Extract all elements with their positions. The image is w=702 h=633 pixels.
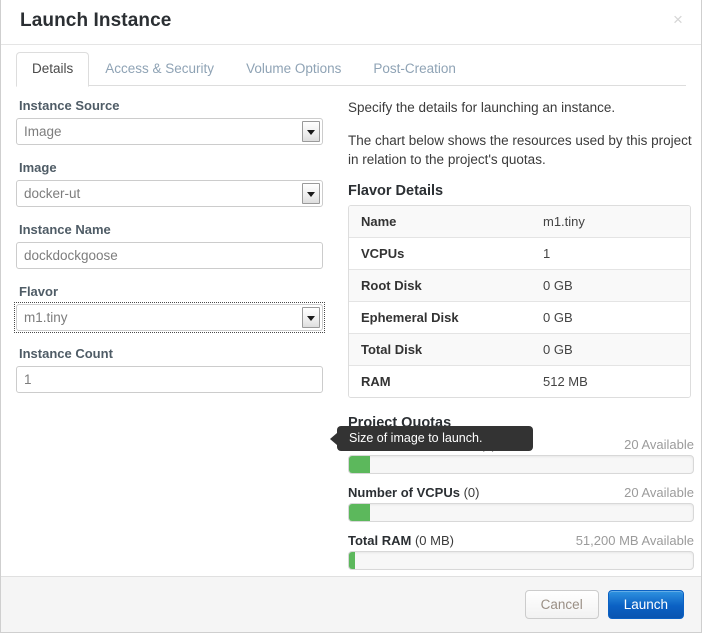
close-icon[interactable]: × bbox=[668, 10, 688, 30]
row-value: 0 GB bbox=[531, 334, 690, 366]
modal-body: Instance Source Image Image docker-ut In… bbox=[1, 86, 701, 576]
quota-progressbar bbox=[348, 455, 694, 474]
flavor-select-wrap: m1.tiny bbox=[14, 302, 325, 333]
quota-item-total-ram: Total RAM (0 MB) 51,200 MB Available bbox=[348, 533, 694, 570]
image-select[interactable]: docker-ut bbox=[16, 180, 323, 207]
field-flavor: Flavor m1.tiny bbox=[14, 284, 325, 333]
quota-label: Number of VCPUs (0) bbox=[348, 485, 479, 500]
quota-progress-fill bbox=[349, 456, 370, 473]
field-image: Image docker-ut bbox=[16, 160, 323, 207]
flavor-details-title: Flavor Details bbox=[348, 183, 444, 199]
quota-header: Number of VCPUs (0) 20 Available bbox=[348, 485, 694, 500]
instance-name-input[interactable] bbox=[16, 242, 323, 269]
quota-name-text: Number of VCPUs bbox=[348, 485, 460, 500]
quota-progress-fill bbox=[349, 552, 355, 569]
row-key: Total Disk bbox=[349, 334, 531, 366]
row-key: Name bbox=[349, 206, 531, 238]
table-row: Name m1.tiny bbox=[349, 206, 690, 238]
tooltip: Size of image to launch. bbox=[330, 426, 533, 451]
quota-progressbar bbox=[348, 503, 694, 522]
tab-post-creation[interactable]: Post-Creation bbox=[357, 52, 472, 86]
tab-details[interactable]: Details bbox=[16, 52, 90, 87]
page-title: Launch Instance bbox=[20, 10, 172, 31]
row-value: 1 bbox=[531, 238, 690, 270]
row-key: Ephemeral Disk bbox=[349, 302, 531, 334]
instance-source-select-wrap: Image bbox=[16, 118, 323, 145]
table-row: VCPUs 1 bbox=[349, 238, 690, 270]
instance-name-label: Instance Name bbox=[19, 222, 111, 237]
flavor-label: Flavor bbox=[19, 284, 59, 299]
quota-used: (0 MB) bbox=[414, 533, 454, 548]
tab-access-security[interactable]: Access & Security bbox=[89, 52, 230, 86]
field-instance-name: Instance Name bbox=[16, 222, 323, 269]
launch-button[interactable]: Launch bbox=[607, 590, 684, 619]
table-row: Root Disk 0 GB bbox=[349, 270, 690, 302]
row-value: 0 GB bbox=[531, 302, 690, 334]
info-paragraph-2: The chart below shows the resources used… bbox=[348, 133, 692, 167]
quota-available: 20 Available bbox=[624, 485, 694, 500]
row-key: Root Disk bbox=[349, 270, 531, 302]
quota-label: Total RAM (0 MB) bbox=[348, 533, 454, 548]
image-select-wrap: docker-ut bbox=[16, 180, 323, 207]
instance-count-input[interactable] bbox=[16, 366, 323, 393]
cancel-button[interactable]: Cancel bbox=[524, 590, 599, 619]
image-label: Image bbox=[19, 160, 57, 175]
instance-source-label: Instance Source bbox=[19, 98, 120, 113]
instance-source-select[interactable]: Image bbox=[16, 118, 323, 145]
flavor-select[interactable]: m1.tiny bbox=[16, 304, 323, 331]
modal-header: Launch Instance × bbox=[1, 0, 701, 45]
row-key: VCPUs bbox=[349, 238, 531, 270]
table-row: Ephemeral Disk 0 GB bbox=[349, 302, 690, 334]
quota-used: (0) bbox=[463, 485, 480, 500]
modal-footer: Cancel Launch bbox=[1, 576, 701, 632]
tab-bar: Details Access & Security Volume Options… bbox=[1, 45, 701, 87]
form-column: Instance Source Image Image docker-ut In… bbox=[14, 98, 335, 576]
tab-list: Details Access & Security Volume Options… bbox=[16, 45, 686, 87]
field-instance-source: Instance Source Image bbox=[16, 98, 323, 145]
row-value: m1.tiny bbox=[531, 206, 690, 238]
tab-volume-options[interactable]: Volume Options bbox=[230, 52, 357, 86]
quota-available: 20 Available bbox=[624, 437, 694, 452]
launch-instance-modal: Launch Instance × Details Access & Secur… bbox=[0, 0, 702, 633]
field-instance-count: Instance Count bbox=[16, 346, 323, 393]
instance-count-label: Instance Count bbox=[19, 346, 113, 361]
row-value: 512 MB bbox=[531, 366, 690, 397]
quota-progress-fill bbox=[349, 504, 370, 521]
info-paragraph-1: Specify the details for launching an ins… bbox=[348, 100, 616, 115]
quota-header: Total RAM (0 MB) 51,200 MB Available bbox=[348, 533, 694, 548]
quota-available: 51,200 MB Available bbox=[575, 533, 694, 548]
row-key: RAM bbox=[349, 366, 531, 397]
quota-item-vcpus: Number of VCPUs (0) 20 Available bbox=[348, 485, 694, 522]
flavor-details-table: Name m1.tiny VCPUs 1 Root Disk 0 GB Ephe… bbox=[348, 205, 691, 398]
quota-progressbar bbox=[348, 551, 694, 570]
quota-name-text: Total RAM bbox=[348, 533, 412, 548]
info-column: Specify the details for launching an ins… bbox=[335, 98, 694, 576]
table-row: RAM 512 MB bbox=[349, 366, 690, 397]
row-value: 0 GB bbox=[531, 270, 690, 302]
table-row: Total Disk 0 GB bbox=[349, 334, 690, 366]
